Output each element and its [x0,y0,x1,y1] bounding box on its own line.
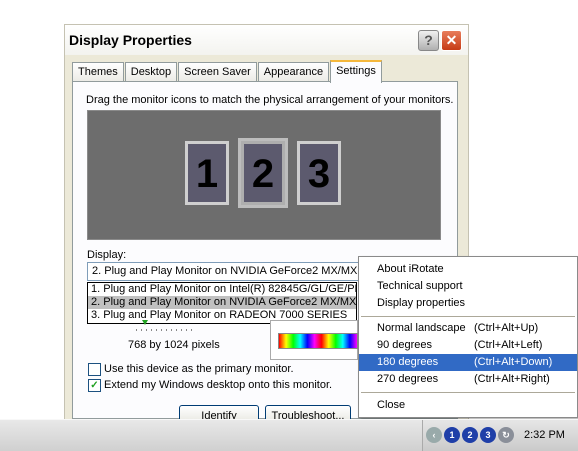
menu-270-degrees[interactable]: 270 degrees (Ctrl+Alt+Right) [359,371,577,388]
menu-normal-landscape[interactable]: Normal landscape (Ctrl+Alt+Up) [359,320,577,337]
menu-90-degrees-shortcut: (Ctrl+Alt+Left) [474,339,543,351]
instruction-text: Drag the monitor icons to match the phys… [86,94,454,106]
menu-180-degrees[interactable]: 180 degrees (Ctrl+Alt+Down) [359,354,577,371]
menu-90-degrees-label: 90 degrees [377,339,433,351]
menu-180-degrees-label: 180 degrees [377,356,439,368]
tab-appearance[interactable]: Appearance [257,62,330,81]
taskbar: ‹ 1 2 3 ↻ 2:32 PM [0,419,578,451]
menu-about[interactable]: About iRotate [359,261,577,278]
chevron-left-icon[interactable]: ‹ [426,427,442,443]
resolution-value: 768 by 1024 pixels [128,339,220,351]
irotate-icon[interactable]: ↻ [498,427,514,443]
menu-display-properties[interactable]: Display properties [359,295,577,312]
menu-technical-support[interactable]: Technical support [359,278,577,295]
title-bar[interactable]: Display Properties ? ✕ [65,25,468,55]
display-1-icon[interactable]: 1 [444,427,460,443]
monitor-3-icon[interactable]: 3 [297,141,341,205]
help-button[interactable]: ? [418,30,439,51]
display-dropdown-list: 1. Plug and Play Monitor on Intel(R) 828… [87,282,357,324]
primary-monitor-label: Use this device as the primary monitor. [104,363,294,375]
menu-normal-landscape-shortcut: (Ctrl+Alt+Up) [474,322,539,334]
display-3-icon[interactable]: 3 [480,427,496,443]
extend-desktop-checkbox[interactable]: ✓ [88,379,101,392]
tab-desktop[interactable]: Desktop [124,62,178,81]
monitor-2-icon[interactable]: 2 [238,138,288,208]
menu-180-degrees-shortcut: (Ctrl+Alt+Down) [474,356,553,368]
display-label: Display: [87,249,127,261]
display-2-icon[interactable]: 2 [462,427,478,443]
menu-separator [361,392,575,393]
menu-270-degrees-shortcut: (Ctrl+Alt+Right) [474,373,550,385]
menu-close[interactable]: Close [359,397,577,414]
slider-thumb[interactable] [142,320,148,325]
irotate-context-menu: About iRotate Technical support Display … [358,256,578,418]
display-selected-value: 2. Plug and Play Monitor on NVIDIA GeFor… [92,265,359,277]
menu-270-degrees-label: 270 degrees [377,373,439,385]
menu-normal-landscape-label: Normal landscape [377,322,466,334]
primary-monitor-checkbox[interactable] [88,363,101,376]
display-option-2[interactable]: 2. Plug and Play Monitor on NVIDIA GeFor… [88,296,356,309]
menu-separator [361,316,575,317]
color-quality-bar [278,333,358,349]
display-select[interactable]: 2. Plug and Play Monitor on NVIDIA GeFor… [87,262,359,281]
menu-display-properties-label: Display properties [377,297,466,309]
tab-strip: Themes Desktop Screen Saver Appearance S… [72,60,383,83]
menu-about-label: About iRotate [377,263,444,275]
resolution-slider[interactable] [132,320,212,334]
window-title: Display Properties [69,32,192,48]
clock[interactable]: 2:32 PM [524,429,565,441]
tab-screen-saver[interactable]: Screen Saver [178,62,257,81]
menu-technical-support-label: Technical support [377,280,463,292]
monitor-arrangement: 1 2 3 [87,110,441,240]
tab-settings[interactable]: Settings [330,60,382,83]
display-option-1[interactable]: 1. Plug and Play Monitor on Intel(R) 828… [88,283,356,296]
close-button[interactable]: ✕ [441,30,462,51]
monitor-1-icon[interactable]: 1 [185,141,229,205]
extend-desktop-label: Extend my Windows desktop onto this moni… [104,379,333,391]
menu-90-degrees[interactable]: 90 degrees (Ctrl+Alt+Left) [359,337,577,354]
system-tray: ‹ 1 2 3 ↻ 2:32 PM [422,420,578,451]
menu-close-label: Close [377,399,406,411]
tab-themes[interactable]: Themes [72,62,124,81]
